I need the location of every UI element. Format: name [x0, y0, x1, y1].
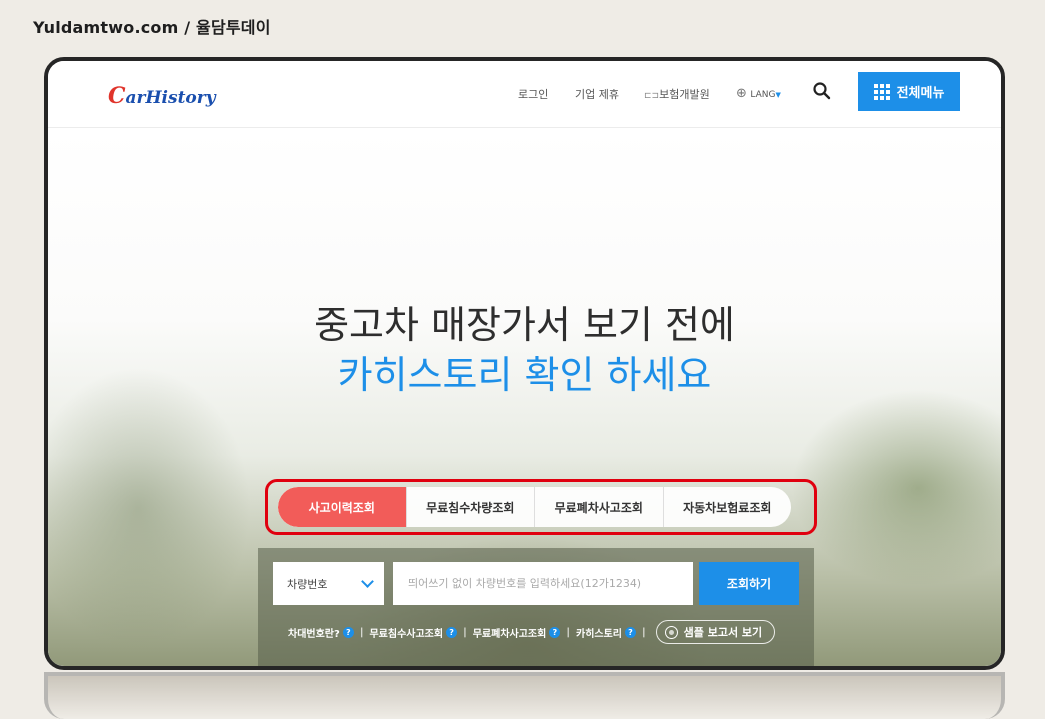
lookup-tabs: 사고이력조회 무료침수차량조회 무료폐차사고조회 자동차보험료조회 [278, 487, 791, 527]
sample-report-label: 샘플 보고서 보기 [683, 626, 763, 639]
nav-lang[interactable]: ⊕ LANG▼ [736, 86, 781, 101]
hero-section: 중고차 매장가서 보기 전에 카히스토리 확인 하세요 사고이력조회 무료침수차… [48, 128, 1001, 666]
hero-headline-line2: 카히스토리 확인 하세요 [337, 353, 712, 397]
tab-free-scrap-lookup[interactable]: 무료폐차사고조회 [535, 487, 664, 527]
hero-headline-line1: 중고차 매장가서 보기 전에 [314, 303, 735, 347]
help-icon[interactable]: ? [549, 626, 561, 638]
all-menu-label: 전체메뉴 [896, 86, 945, 101]
nav-lang-label: LANG [750, 90, 776, 100]
link-vin-info[interactable]: 차대번호란? [288, 625, 340, 640]
link-separator: | [642, 626, 646, 638]
help-icon[interactable]: ? [342, 626, 354, 638]
help-icon[interactable]: ? [446, 626, 458, 638]
link-free-flood[interactable]: 무료침수사고조회 [369, 625, 443, 640]
link-separator: | [359, 626, 364, 638]
tab-free-flood-lookup[interactable]: 무료침수차량조회 [407, 487, 535, 527]
carhistory-logo[interactable]: CarHistory [108, 83, 216, 109]
grid-menu-icon [873, 83, 890, 100]
nav-partnership[interactable]: 기업 제휴 [575, 86, 619, 102]
tab-insurance-premium[interactable]: 자동차보험료조회 [664, 487, 792, 527]
search-icon[interactable] [812, 81, 832, 101]
search-type-value: 차량번호 [287, 577, 328, 591]
link-separator: | [566, 626, 570, 638]
logo-initial: C [108, 83, 126, 109]
document-icon [664, 625, 678, 639]
globe-icon: ⊕ [736, 86, 747, 101]
nav-insurance-dev-label: 보험개발원 [659, 88, 710, 101]
chevron-down-icon [361, 575, 374, 588]
tab-accident-history[interactable]: 사고이력조회 [278, 487, 407, 527]
caret-down-icon: ▼ [775, 91, 781, 99]
search-type-select[interactable]: 차량번호 [273, 562, 384, 605]
insurance-logo-icon: ⊏⊐ [644, 91, 660, 101]
plate-number-input[interactable] [393, 562, 693, 605]
search-panel: 차량번호 조회하기 차대번호란?? | 무료침수사고조회? | 무료폐차사고조회… [258, 548, 814, 666]
help-icon[interactable]: ? [625, 626, 636, 638]
sample-report-button[interactable]: 샘플 보고서 보기 [655, 620, 776, 644]
link-carhistory[interactable]: 카히스토리 [576, 625, 622, 640]
link-free-scrap[interactable]: 무료폐차사고조회 [473, 625, 547, 640]
watermark-text: Yuldamtwo.com / 율담투데이 [33, 18, 271, 37]
search-submit-button[interactable]: 조회하기 [699, 562, 799, 605]
site-header: CarHistory 로그인 기업 제휴 ⊏⊐보험개발원 ⊕ LANG▼ 전체메… [48, 61, 1001, 128]
nav-login[interactable]: 로그인 [518, 86, 548, 102]
logo-text: arHistory [125, 88, 216, 108]
browser-frame: CarHistory 로그인 기업 제휴 ⊏⊐보험개발원 ⊕ LANG▼ 전체메… [44, 57, 1005, 670]
link-separator: | [463, 626, 467, 638]
frame-reflection [44, 672, 1005, 719]
help-links: 차대번호란?? | 무료침수사고조회? | 무료폐차사고조회? | 카히스토리?… [288, 620, 776, 644]
all-menu-button[interactable]: 전체메뉴 [858, 72, 960, 111]
nav-insurance-dev[interactable]: ⊏⊐보험개발원 [644, 86, 710, 102]
